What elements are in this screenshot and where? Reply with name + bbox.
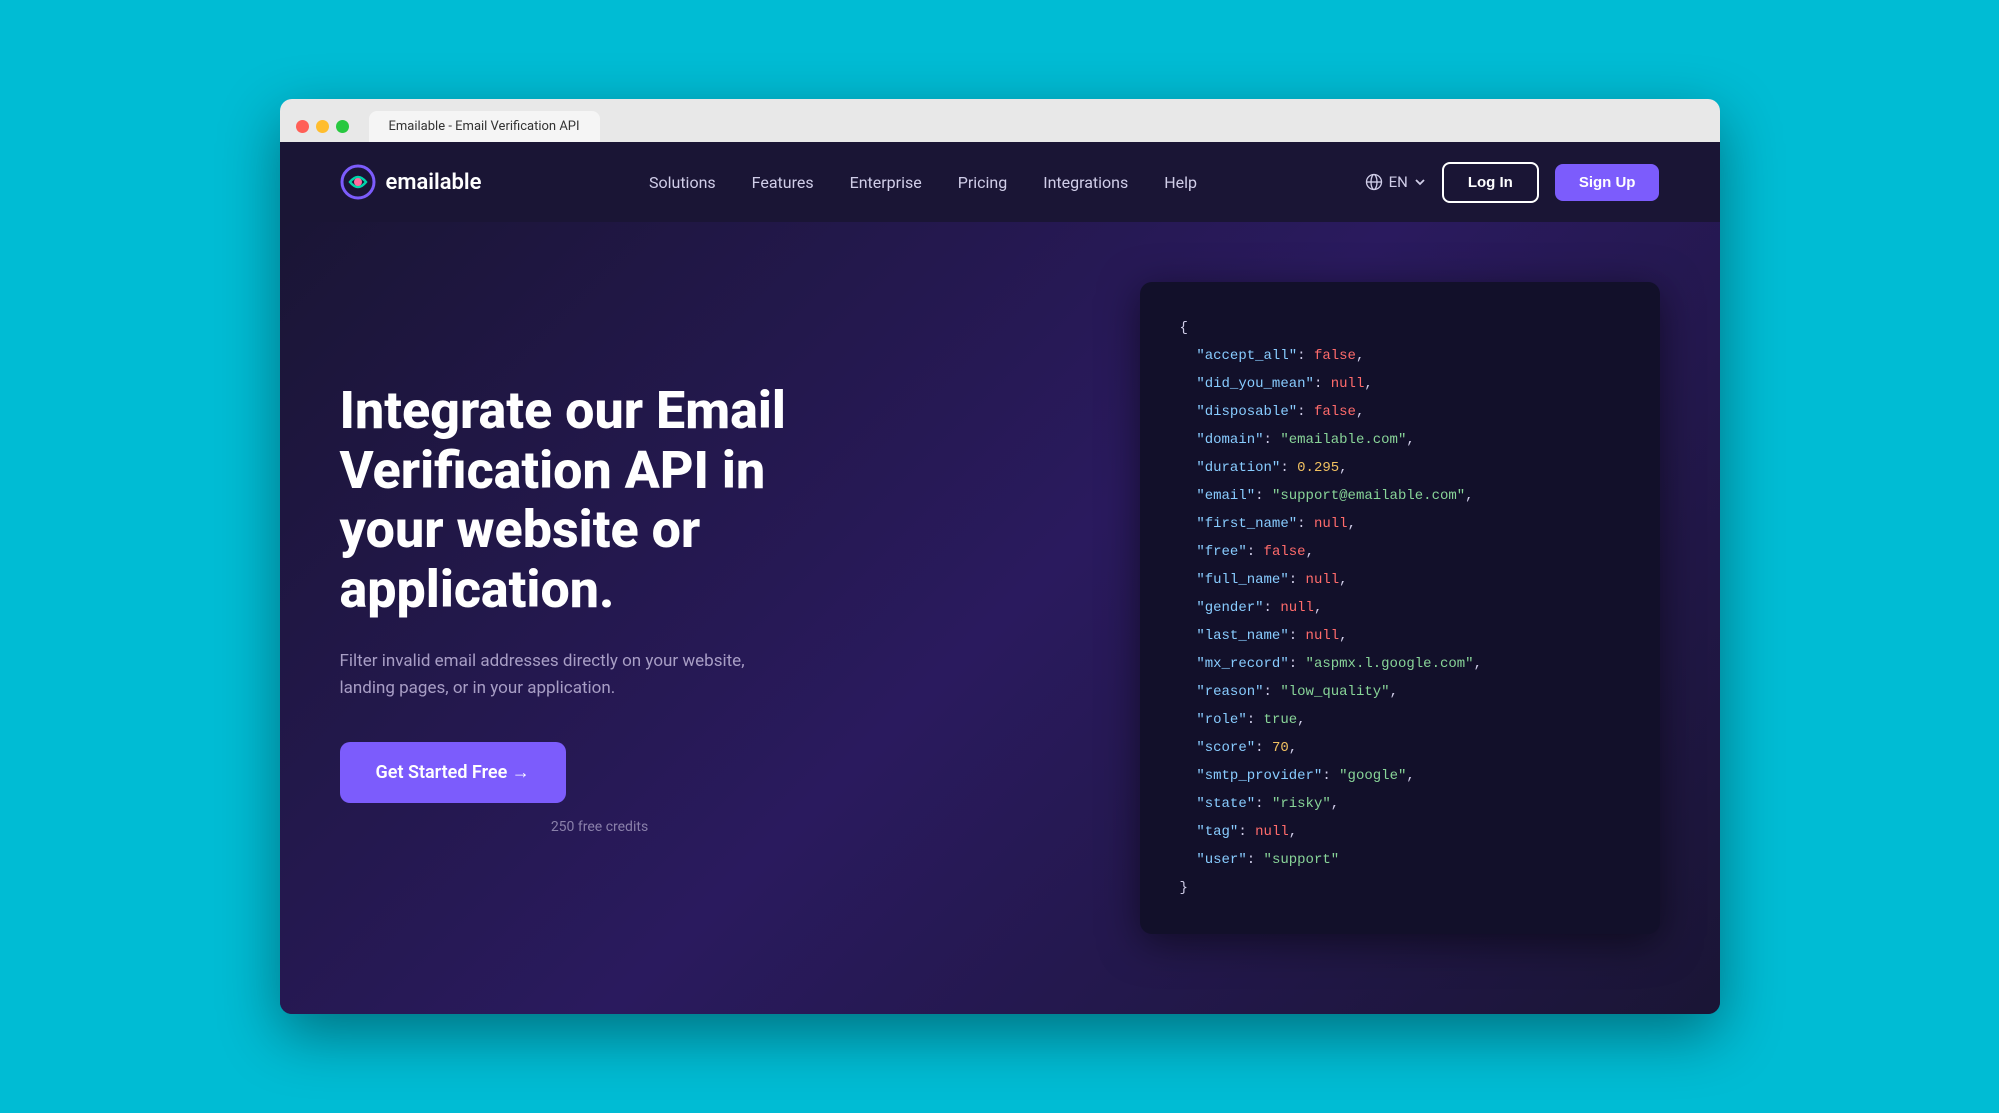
code-line: { <box>1180 314 1620 342</box>
lang-label: EN <box>1389 173 1408 191</box>
navbar: emailable Solutions Features Enterprise … <box>280 142 1720 222</box>
signup-button[interactable]: Sign Up <box>1555 164 1660 201</box>
code-line: "state": "risky", <box>1180 790 1620 818</box>
app-container: emailable Solutions Features Enterprise … <box>280 142 1720 1014</box>
browser-tab[interactable]: Emailable - Email Verification API <box>369 111 600 142</box>
code-line: "full_name": null, <box>1180 566 1620 594</box>
browser-chrome: Emailable - Email Verification API <box>280 99 1720 142</box>
hero-section: Integrate our Email Verification API in … <box>280 222 1720 1014</box>
nav-integrations[interactable]: Integrations <box>1043 173 1128 192</box>
code-line: "gender": null, <box>1180 594 1620 622</box>
nav-solutions[interactable]: Solutions <box>649 173 716 192</box>
code-panel: { "accept_all": false, "did_you_mean": n… <box>1140 282 1660 934</box>
code-line: "reason": "low_quality", <box>1180 678 1620 706</box>
code-line: "accept_all": false, <box>1180 342 1620 370</box>
code-line: "duration": 0.295, <box>1180 454 1620 482</box>
globe-icon <box>1365 173 1383 191</box>
browser-window: Emailable - Email Verification API email… <box>280 99 1720 1014</box>
code-line: "free": false, <box>1180 538 1620 566</box>
logo-text: emailable <box>386 170 482 195</box>
maximize-icon[interactable] <box>336 120 349 133</box>
code-line: "email": "support@emailable.com", <box>1180 482 1620 510</box>
code-line: "score": 70, <box>1180 734 1620 762</box>
minimize-icon[interactable] <box>316 120 329 133</box>
code-line: "domain": "emailable.com", <box>1180 426 1620 454</box>
close-icon[interactable] <box>296 120 309 133</box>
nav-enterprise[interactable]: Enterprise <box>850 173 922 192</box>
code-line: "role": true, <box>1180 706 1620 734</box>
hero-content: Integrate our Email Verification API in … <box>340 381 860 836</box>
hero-subtitle: Filter invalid email addresses directly … <box>340 648 800 702</box>
nav-links: Solutions Features Enterprise Pricing In… <box>649 173 1197 192</box>
code-line: "disposable": false, <box>1180 398 1620 426</box>
code-line: "did_you_mean": null, <box>1180 370 1620 398</box>
logo-icon <box>340 164 376 200</box>
nav-features[interactable]: Features <box>752 173 814 192</box>
nav-help[interactable]: Help <box>1164 173 1197 192</box>
login-button[interactable]: Log In <box>1442 162 1539 203</box>
code-line: "tag": null, <box>1180 818 1620 846</box>
code-line: "smtp_provider": "google", <box>1180 762 1620 790</box>
chevron-down-icon <box>1414 176 1426 188</box>
cta-button[interactable]: Get Started Free → <box>340 742 566 803</box>
nav-pricing[interactable]: Pricing <box>958 173 1008 192</box>
code-line: "mx_record": "aspmx.l.google.com", <box>1180 650 1620 678</box>
code-line: "first_name": null, <box>1180 510 1620 538</box>
free-credits-label: 250 free credits <box>340 819 860 835</box>
code-line: } <box>1180 874 1620 902</box>
code-line: "user": "support" <box>1180 846 1620 874</box>
nav-right: EN Log In Sign Up <box>1365 162 1660 203</box>
hero-title: Integrate our Email Verification API in … <box>340 381 860 620</box>
nav-logo[interactable]: emailable <box>340 164 482 200</box>
language-selector[interactable]: EN <box>1365 173 1426 191</box>
code-line: "last_name": null, <box>1180 622 1620 650</box>
traffic-lights <box>296 120 349 133</box>
